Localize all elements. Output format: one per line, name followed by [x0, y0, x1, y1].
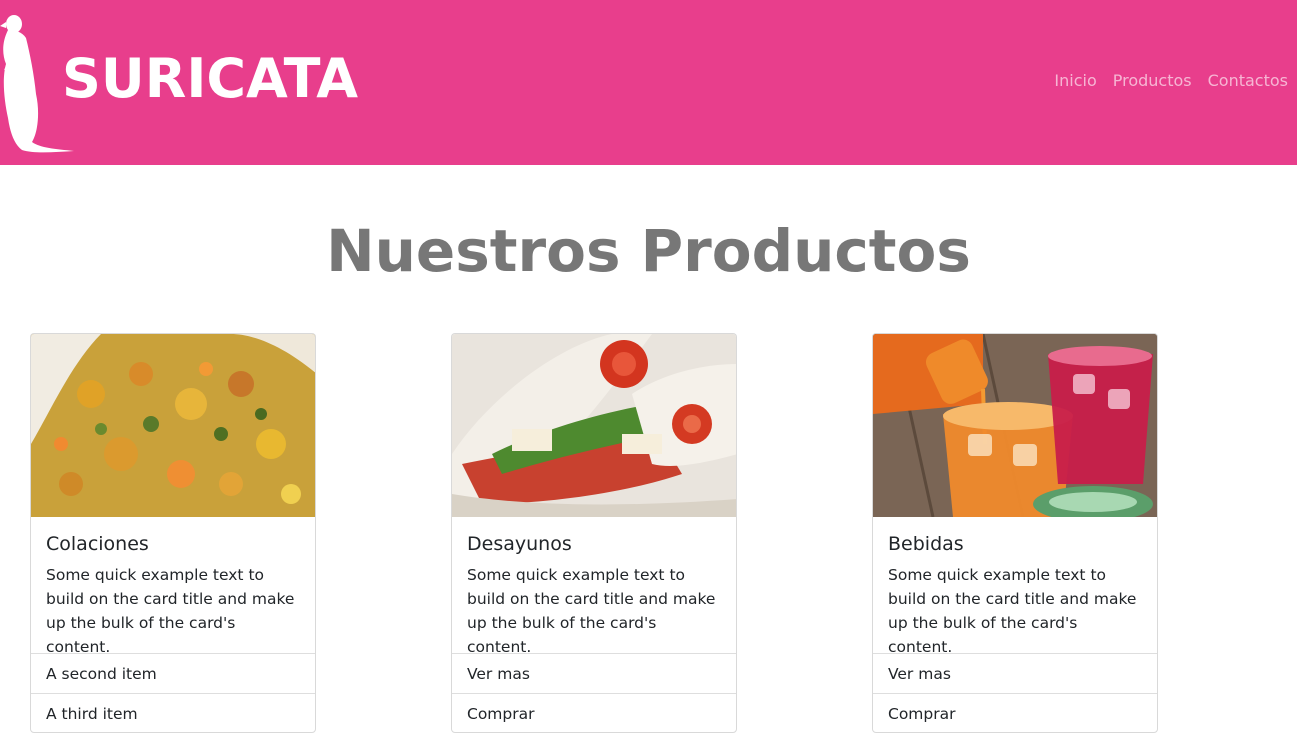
product-card-bebidas: Bebidas Some quick example text to build… [872, 333, 1158, 733]
bebidas-drinks-image [873, 334, 1157, 517]
card-body: Desayunos Some quick example text to bui… [452, 517, 736, 656]
product-card-colaciones: Colaciones Some quick example text to bu… [30, 333, 316, 733]
card-title: Bebidas [888, 533, 964, 555]
card-body: Bebidas Some quick example text to build… [873, 517, 1157, 656]
list-item[interactable]: Comprar [873, 694, 1157, 732]
desayunos-sandwich-image [452, 334, 736, 517]
nav-links: Inicio Productos Contactos [1054, 70, 1288, 92]
list-item[interactable]: Ver mas [452, 654, 736, 694]
card-title: Colaciones [46, 533, 149, 555]
card-text: Some quick example text to build on the … [46, 566, 295, 656]
nav-link-contactos[interactable]: Contactos [1208, 70, 1288, 92]
card-title: Desayunos [467, 533, 572, 555]
colaciones-food-image [31, 334, 315, 517]
brand-title[interactable]: SURICATA [62, 44, 358, 114]
nav-link-inicio[interactable]: Inicio [1054, 70, 1096, 92]
card-text: Some quick example text to build on the … [888, 566, 1137, 656]
card-body: Colaciones Some quick example text to bu… [31, 517, 315, 656]
list-item[interactable]: A second item [31, 654, 315, 694]
product-card-desayunos: Desayunos Some quick example text to bui… [451, 333, 737, 733]
list-item[interactable]: Comprar [452, 694, 736, 732]
list-item[interactable]: Ver mas [873, 654, 1157, 694]
nav-link-productos[interactable]: Productos [1113, 70, 1192, 92]
card-text: Some quick example text to build on the … [467, 566, 716, 656]
page-title: Nuestros Productos [326, 217, 971, 285]
navbar: SURICATA Inicio Productos Contactos [0, 0, 1297, 165]
list-item[interactable]: A third item [31, 694, 315, 732]
